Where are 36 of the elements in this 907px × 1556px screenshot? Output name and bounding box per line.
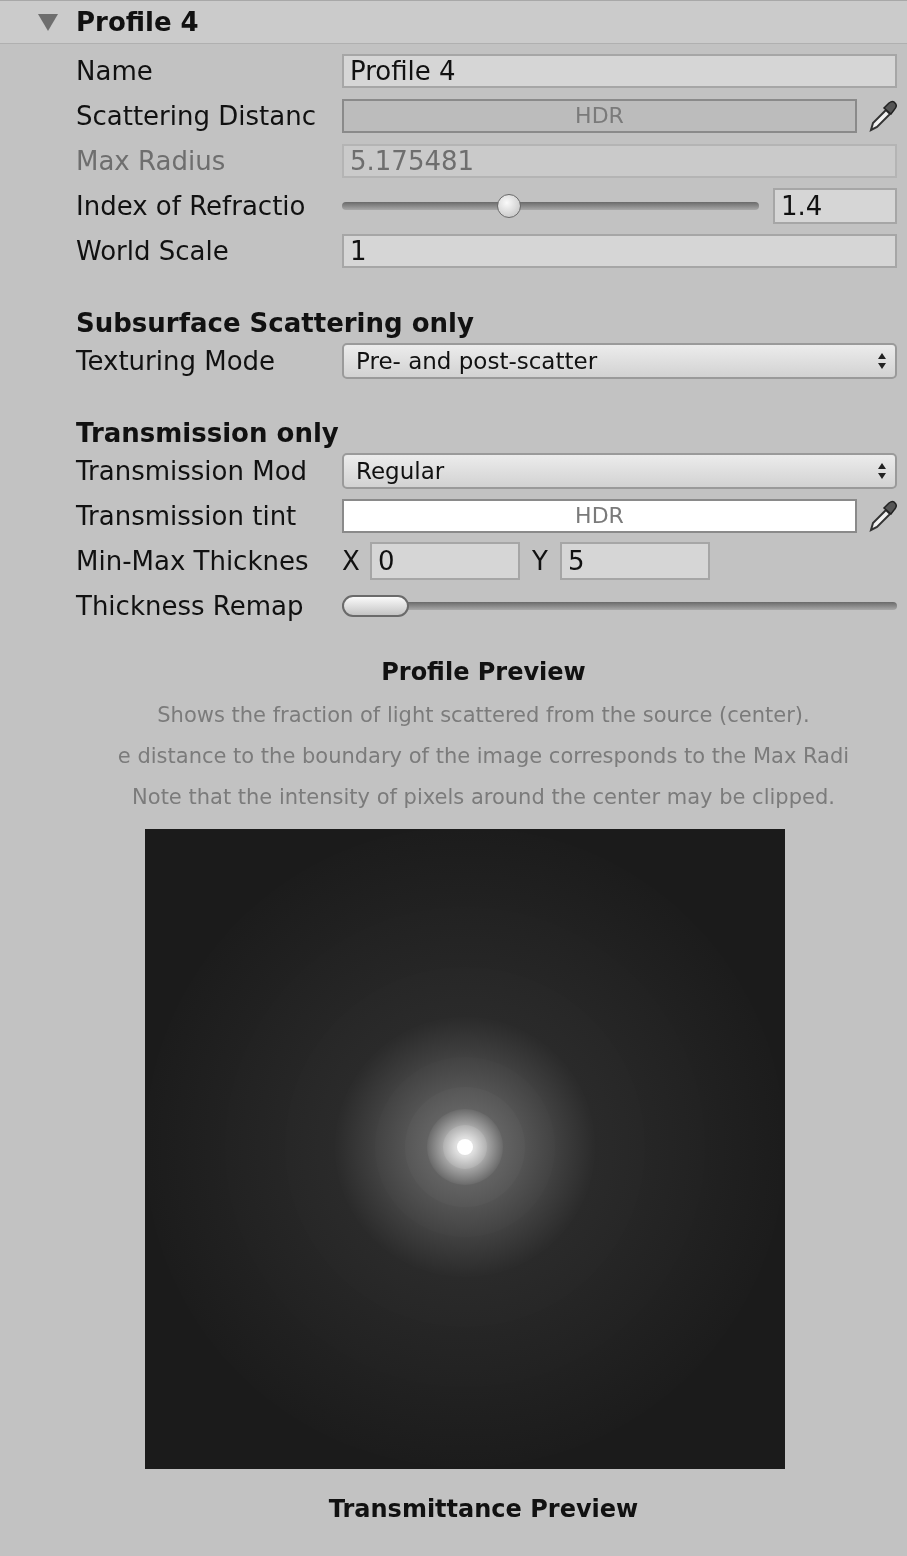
eyedropper-icon[interactable]: [867, 98, 897, 133]
preview-title: Profile Preview: [380, 658, 587, 686]
text-field[interactable]: 1: [342, 233, 897, 268]
field-label: Index of Refractio: [76, 190, 307, 221]
field-label: Max Radius: [76, 145, 227, 176]
field-label: Transmission Mod: [76, 455, 309, 486]
field-label: Scattering Distanc: [76, 100, 317, 131]
field-label: Transmission tint: [76, 500, 298, 531]
slider-track[interactable]: [342, 192, 759, 219]
field-label: Thickness Remap: [76, 590, 305, 621]
text-field[interactable]: Profile 4: [342, 53, 897, 88]
foldout-triangle-icon[interactable]: [36, 12, 60, 32]
dropdown[interactable]: Pre- and post-scatter: [342, 342, 897, 379]
field-label: Texturing Mode: [76, 345, 277, 376]
eyedropper-icon[interactable]: [867, 498, 897, 533]
number-field[interactable]: 1.4: [773, 187, 897, 224]
axis-label: X: [342, 545, 361, 576]
axis-label: Y: [532, 545, 549, 576]
section-heading: Subsurface Scattering only: [76, 307, 475, 338]
field-label: Name: [76, 55, 154, 86]
color-field[interactable]: HDR: [342, 498, 857, 533]
range-handle[interactable]: [342, 594, 409, 617]
profile-title: Profile 4: [76, 7, 199, 37]
number-field[interactable]: 0: [370, 541, 520, 580]
slider-thumb[interactable]: [496, 193, 521, 218]
number-field[interactable]: 5: [560, 541, 710, 580]
preview-title: Transmittance Preview: [327, 1495, 640, 1523]
field-label: World Scale: [76, 235, 230, 266]
section-heading: Transmission only: [76, 417, 340, 448]
preview-note: e distance to the boundary of the image corresponds to the Max Radi: [116, 744, 851, 768]
dropdown[interactable]: Regular: [342, 452, 897, 489]
preview-note: Note that the intensity of pixels around the center may be clipped.: [131, 785, 836, 809]
range-slider-track[interactable]: [342, 592, 897, 619]
preview-note: Shows the fraction of light scattered from the source (center).: [156, 703, 811, 727]
foldout-header[interactable]: Profile 4: [0, 0, 907, 44]
field-label: Min-Max Thicknes: [76, 545, 310, 576]
